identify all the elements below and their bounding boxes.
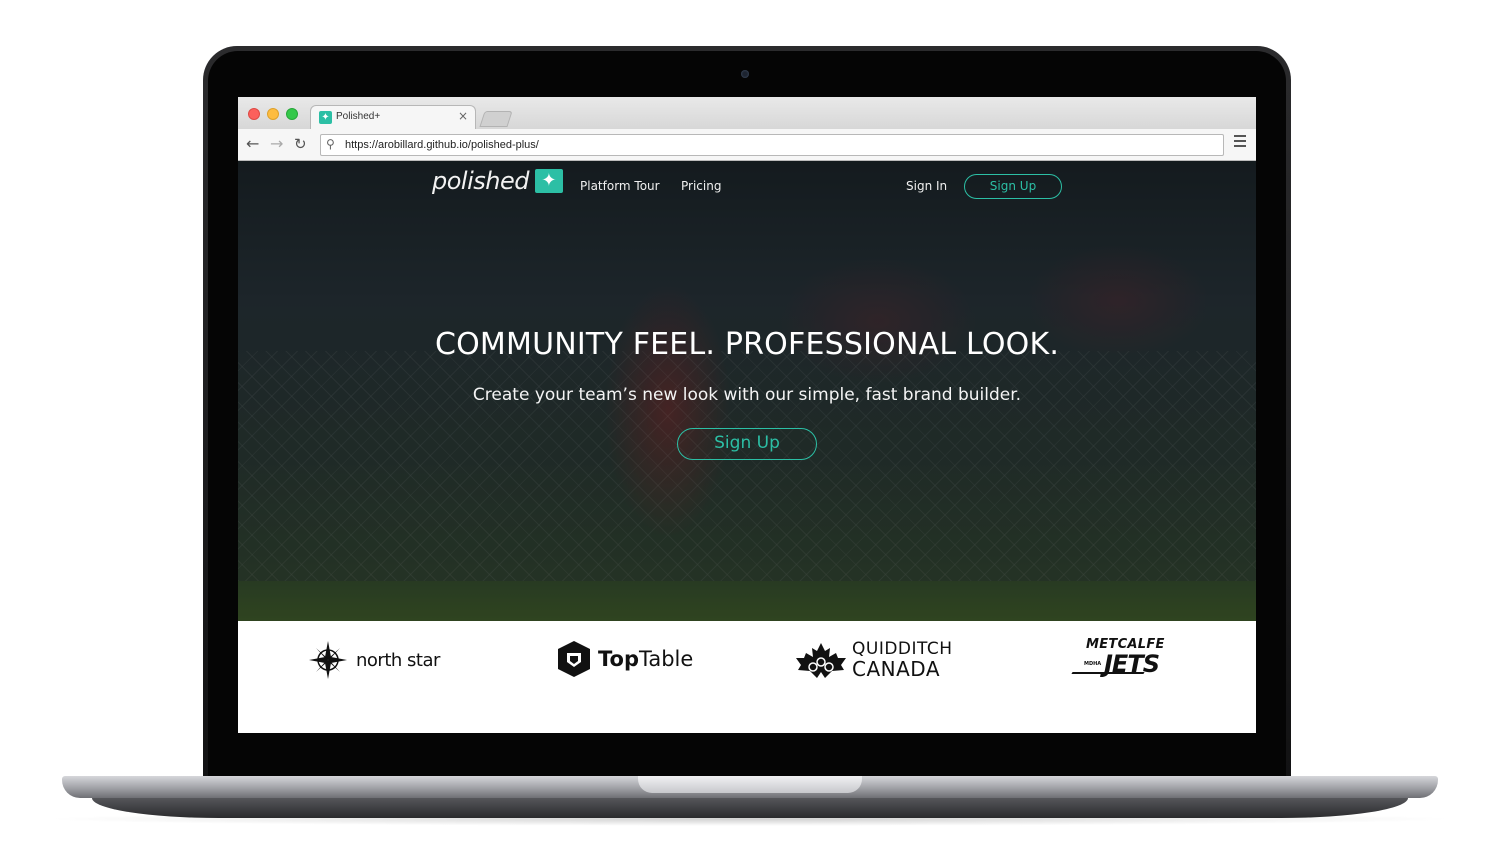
- logo-metcalfe-jets: METCALFE MDHA JETS: [1071, 637, 1176, 681]
- client-logos: north star TopTable QUIDDITCH CANADA MET…: [238, 621, 1256, 733]
- logo-north-star: north star: [308, 640, 440, 680]
- url-text[interactable]: https://arobillard.github.io/polished-pl…: [345, 139, 539, 151]
- maple-leaf-icon: [796, 643, 846, 678]
- logo-metcalfe-stripe: [1071, 672, 1145, 674]
- laptop-notch: [638, 776, 862, 793]
- nav-pricing[interactable]: Pricing: [681, 179, 721, 193]
- hero-section: polished ✦ Platform Tour Pricing Sign In…: [238, 161, 1256, 621]
- logo-toptable-rest: Table: [639, 647, 694, 671]
- shield-icon: [558, 641, 590, 677]
- favicon-icon: ✦: [319, 111, 332, 124]
- logo-metcalfe-small: MDHA: [1084, 661, 1102, 667]
- forward-arrow-icon[interactable]: →: [270, 134, 283, 153]
- nav-sign-up-button[interactable]: Sign Up: [964, 174, 1062, 199]
- compass-icon: [309, 641, 347, 679]
- reload-icon[interactable]: ↻: [294, 135, 307, 153]
- browser-toolbar: ← → ↻ ⚲ https://arobillard.github.io/pol…: [238, 129, 1256, 161]
- browser-tab[interactable]: ✦ Polished+ ×: [310, 105, 476, 129]
- screen: ✦ Polished+ × ← → ↻ ⚲ https://arobillard…: [238, 97, 1256, 733]
- logo-toptable-bold: Top: [598, 647, 639, 671]
- browser-tabstrip: ✦ Polished+ ×: [238, 97, 1256, 129]
- address-bar[interactable]: ⚲ https://arobillard.github.io/polished-…: [320, 134, 1224, 156]
- logo-north-star-text: north star: [356, 649, 440, 671]
- laptop-base-bottom: [92, 798, 1408, 818]
- logo-quidditch-bottom: CANADA: [852, 657, 941, 681]
- logo-star-icon: ✦: [534, 169, 563, 193]
- hero-sign-up-button[interactable]: Sign Up: [677, 428, 817, 460]
- hamburger-menu-icon[interactable]: [1234, 135, 1246, 150]
- logo-quidditch-top: QUIDDITCH: [852, 639, 953, 659]
- nav-platform-tour[interactable]: Platform Tour: [580, 179, 660, 193]
- site-logo[interactable]: polished ✦: [432, 167, 563, 195]
- logo-toptable: TopTable: [556, 640, 693, 678]
- close-icon[interactable]: ×: [458, 109, 468, 123]
- window-close-button[interactable]: [248, 108, 260, 120]
- logo-wordmark: polished: [432, 167, 529, 195]
- laptop-mockup: ✦ Polished+ × ← → ↻ ⚲ https://arobillard…: [0, 0, 1500, 844]
- logo-quidditch-canada: QUIDDITCH CANADA: [794, 640, 953, 680]
- back-arrow-icon[interactable]: ←: [246, 134, 259, 153]
- window-minimize-button[interactable]: [267, 108, 279, 120]
- camera-icon: [741, 70, 749, 78]
- site-navbar: polished ✦ Platform Tour Pricing Sign In…: [238, 161, 1256, 211]
- window-zoom-button[interactable]: [286, 108, 298, 120]
- tab-title: Polished+: [336, 111, 381, 122]
- nav-sign-in[interactable]: Sign In: [906, 179, 947, 193]
- hero-subtitle: Create your team’s new look with our sim…: [472, 385, 1022, 405]
- search-icon: ⚲: [326, 137, 335, 151]
- hero-title: COMMUNITY FEEL. PROFESSIONAL LOOK.: [434, 327, 1060, 362]
- new-tab-button[interactable]: [479, 111, 513, 127]
